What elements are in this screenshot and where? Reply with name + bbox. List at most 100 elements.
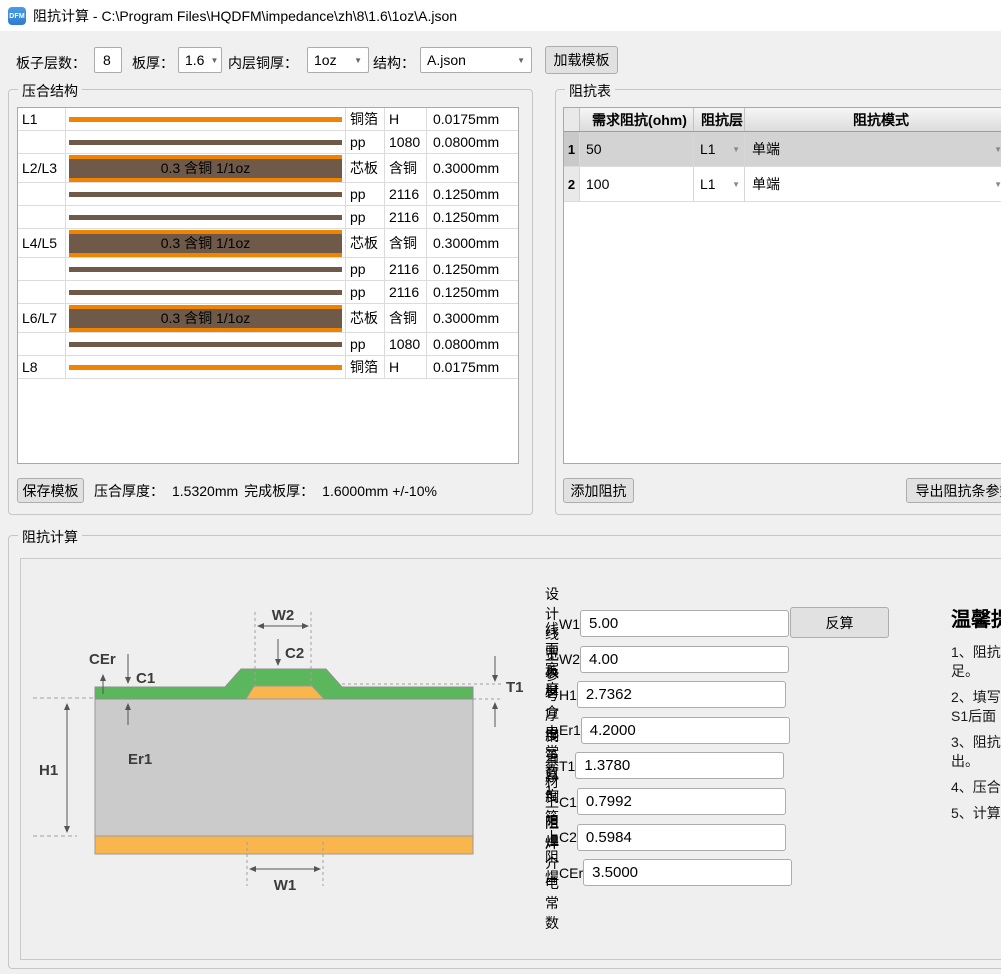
stackup-material-spec: 2116 <box>384 258 426 280</box>
stackup-layer-name <box>18 183 66 205</box>
stackup-row[interactable]: pp 2116 0.1250mm <box>18 258 518 281</box>
stackup-layer-graphic: 0.3 含铜 1/1oz <box>66 154 345 182</box>
dfm-app-icon: DFM <box>8 7 26 25</box>
structure-select[interactable]: A.json ▼ <box>420 47 532 73</box>
calc-field-row: 基材上阻焊 C1 <box>545 788 783 815</box>
calc-field-row: 设计线宽 W1 <box>545 610 783 637</box>
inner-copper-select[interactable]: 1oz ▼ <box>307 47 369 73</box>
row-number-cell[interactable]: 2 <box>564 167 580 201</box>
board-thickness-value: 1.6 <box>185 52 204 68</box>
mode-header[interactable]: 阻抗模式 <box>745 108 1001 131</box>
impedance-group: 阻抗表 需求阻抗(ohm) 阻抗层 阻抗模式 1 50 L1▼ 单端▼ 2 10… <box>555 89 1001 515</box>
stackup-material-type: 铜箔 <box>345 108 384 130</box>
trace-cross-section-diagram: W2 C2 CEr C1 T1 <box>33 584 535 974</box>
stackup-material-spec: H <box>384 108 426 130</box>
stackup-material-spec: 2116 <box>384 183 426 205</box>
stackup-material-type: pp <box>345 206 384 228</box>
dropdown-arrow-icon[interactable]: ▼ <box>994 180 1001 189</box>
stackup-row[interactable]: pp 2116 0.1250mm <box>18 183 518 206</box>
stackup-thickness: 0.1250mm <box>426 258 518 280</box>
structure-label: 结构： <box>373 53 415 73</box>
dropdown-arrow-icon[interactable]: ▼ <box>732 180 744 189</box>
row-number-cell[interactable]: 1 <box>564 132 580 166</box>
stackup-thickness: 0.0800mm <box>426 333 518 355</box>
board-thickness-select[interactable]: 1.6 ▼ <box>178 47 222 73</box>
impedance-calculator-window: DFM 阻抗计算 - C:\Program Files\HQDFM\impeda… <box>0 0 1001 974</box>
stackup-layer-graphic: 0.3 含铜 1/1oz <box>66 304 345 332</box>
tip-item: 4、压合 <box>951 778 1001 797</box>
w2-dim-label: W2 <box>272 607 295 624</box>
field-input[interactable] <box>577 681 786 708</box>
layer-header[interactable]: 阻抗层 <box>694 108 745 131</box>
impedance-mode-cell[interactable]: 单端▼ <box>745 167 1001 201</box>
impedance-value-cell[interactable]: 50 <box>580 132 694 166</box>
chevron-down-icon: ▼ <box>204 56 218 65</box>
stackup-row[interactable]: L4/L5 0.3 含铜 1/1oz 芯板 含铜 0.3000mm <box>18 229 518 258</box>
dropdown-arrow-icon[interactable]: ▼ <box>994 145 1001 154</box>
stackup-group-title: 压合结构 <box>18 81 82 101</box>
row-number-header[interactable] <box>564 108 580 131</box>
dropdown-arrow-icon[interactable]: ▼ <box>732 145 744 154</box>
cer-dim-label: CEr <box>89 651 116 668</box>
stackup-row[interactable]: L1 铜箔 H 0.0175mm <box>18 108 518 131</box>
stackup-row[interactable]: L8 铜箔 H 0.0175mm <box>18 356 518 379</box>
stackup-layer-name <box>18 258 66 280</box>
field-input[interactable] <box>581 717 790 744</box>
export-impedance-button[interactable]: 导出阻抗条参数 <box>906 478 1001 503</box>
stackup-layer-graphic <box>66 108 345 130</box>
tip-item: 3、阻抗出。 <box>951 733 1001 771</box>
pressed-thickness-label: 压合厚度： <box>94 481 164 501</box>
impedance-layer-cell[interactable]: L1▼ <box>694 132 745 166</box>
stackup-row[interactable]: L6/L7 0.3 含铜 1/1oz 芯板 含铜 0.3000mm <box>18 304 518 333</box>
layer-bar <box>69 267 342 272</box>
calc-field-row: 铜箔上阻焊 C2 <box>545 824 783 851</box>
stackup-layer-name <box>18 206 66 228</box>
impedance-value-cell[interactable]: 100 <box>580 167 694 201</box>
stackup-material-spec: 含铜 <box>384 154 426 182</box>
calc-field-row: 板材介电常数1 Er1 <box>545 717 783 744</box>
stackup-row[interactable]: pp 1080 0.0800mm <box>18 333 518 356</box>
field-input[interactable] <box>583 859 792 886</box>
stackup-thickness: 0.3000mm <box>426 229 518 257</box>
impedance-table: 需求阻抗(ohm) 阻抗层 阻抗模式 1 50 L1▼ 单端▼ 2 100 L1… <box>563 107 1001 464</box>
field-input[interactable] <box>580 610 789 637</box>
stackup-material-type: pp <box>345 131 384 153</box>
impedance-row[interactable]: 2 100 L1▼ 单端▼ <box>564 167 1001 202</box>
tips-title: 温馨提示 <box>951 603 1001 632</box>
tip-item: 1、阻抗足。 <box>951 643 1001 681</box>
reverse-calc-button[interactable]: 反算 <box>790 607 889 638</box>
stackup-row[interactable]: pp 2116 0.1250mm <box>18 206 518 229</box>
field-input[interactable] <box>575 752 784 779</box>
chevron-down-icon: ▼ <box>348 56 362 65</box>
stackup-row[interactable]: L2/L3 0.3 含铜 1/1oz 芯板 含铜 0.3000mm <box>18 154 518 183</box>
stackup-material-spec: 含铜 <box>384 304 426 332</box>
field-symbol: C2 <box>559 829 577 845</box>
field-symbol: T1 <box>559 758 575 774</box>
board-layers-input[interactable] <box>94 47 122 73</box>
calc-panel: W2 C2 CEr C1 T1 <box>20 558 1001 960</box>
save-template-button[interactable]: 保存模板 <box>17 478 84 503</box>
impedance-header[interactable]: 需求阻抗(ohm) <box>580 108 694 131</box>
field-input[interactable] <box>577 824 786 851</box>
stackup-layer-name: L2/L3 <box>18 154 66 182</box>
stackup-layer-name <box>18 333 66 355</box>
stackup-thickness: 0.0175mm <box>426 356 518 378</box>
field-input[interactable] <box>577 788 786 815</box>
impedance-row[interactable]: 1 50 L1▼ 单端▼ <box>564 132 1001 167</box>
c2-dim-label: C2 <box>285 645 304 662</box>
stackup-material-type: pp <box>345 258 384 280</box>
stackup-material-type: 芯板 <box>345 229 384 257</box>
add-impedance-button[interactable]: 添加阻抗 <box>563 478 634 503</box>
stackup-row[interactable]: pp 1080 0.0800mm <box>18 131 518 154</box>
stackup-layer-name: L4/L5 <box>18 229 66 257</box>
field-input[interactable] <box>580 646 789 673</box>
load-template-button[interactable]: 加载模板 <box>545 46 618 74</box>
finished-thickness-value: 1.6000mm +/-10% <box>322 483 437 499</box>
impedance-layer-cell[interactable]: L1▼ <box>694 167 745 201</box>
stackup-group: 压合结构 L1 铜箔 H 0.0175mm pp 1080 0.0800mm L… <box>8 89 533 515</box>
impedance-mode-cell[interactable]: 单端▼ <box>745 132 1001 166</box>
impedance-group-title: 阻抗表 <box>565 81 615 101</box>
h1-dim-label: H1 <box>39 762 58 779</box>
stackup-layer-graphic: 0.3 含铜 1/1oz <box>66 229 345 257</box>
stackup-row[interactable]: pp 2116 0.1250mm <box>18 281 518 304</box>
